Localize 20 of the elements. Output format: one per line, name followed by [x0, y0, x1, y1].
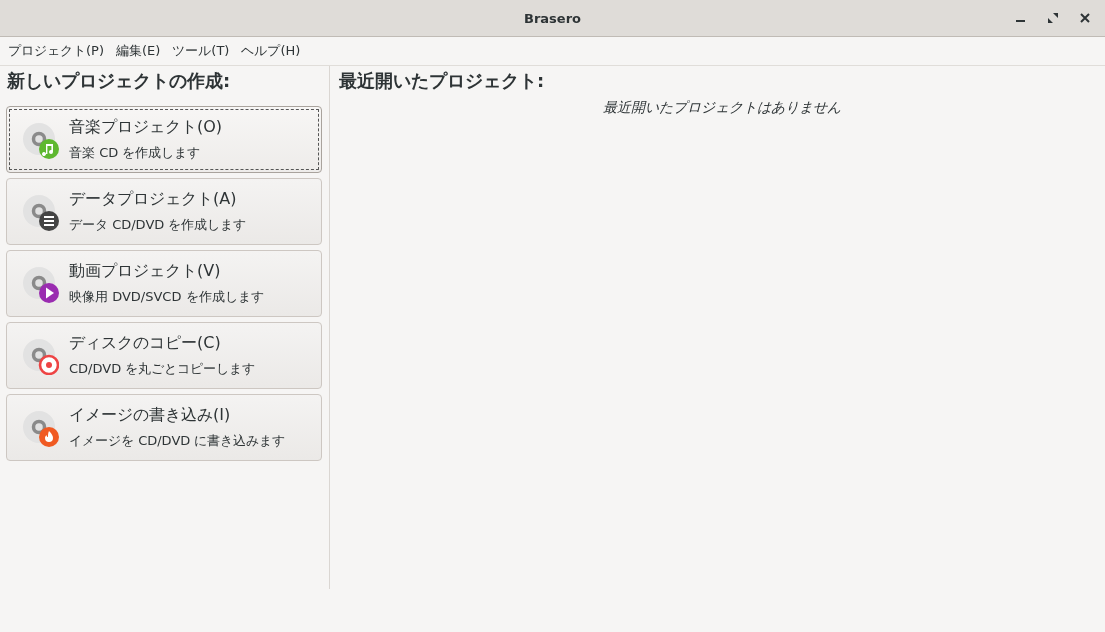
section-heading: 最近開いたプロジェクト:: [338, 69, 546, 93]
empty-message: 最近開いたプロジェクトはありません: [601, 99, 842, 117]
menu-item[interactable]: ツール(T): [166, 42, 236, 60]
menu-item[interactable]: 編集(E): [110, 42, 167, 60]
menu-item[interactable]: ヘルプ(H): [235, 42, 307, 60]
project-button[interactable]: 音楽プロジェクト(O) 音楽 CD を作成します: [6, 106, 322, 173]
disc-icon: [23, 122, 59, 159]
maximize-icon[interactable]: [1047, 12, 1059, 24]
project-button[interactable]: ディスクのコピー(C) CD/DVD を丸ごとコピーします: [6, 322, 322, 389]
project-button[interactable]: イメージの書き込み(I) イメージを CD/DVD に書き込みます: [6, 394, 322, 461]
section-heading: 新しいプロジェクトの作成:: [6, 69, 232, 93]
project-button[interactable]: 動画プロジェクト(V) 映像用 DVD/SVCD を作成します: [6, 250, 322, 317]
disc-icon: [23, 266, 59, 303]
disc-icon: [23, 194, 59, 231]
close-icon[interactable]: [1079, 12, 1091, 24]
window-title: Brasero: [524, 10, 581, 26]
menu-item[interactable]: プロジェクト(P): [2, 42, 110, 60]
disc-icon: [23, 338, 59, 375]
disc-icon: [23, 410, 59, 447]
project-button[interactable]: データプロジェクト(A) データ CD/DVD を作成します: [6, 178, 322, 245]
